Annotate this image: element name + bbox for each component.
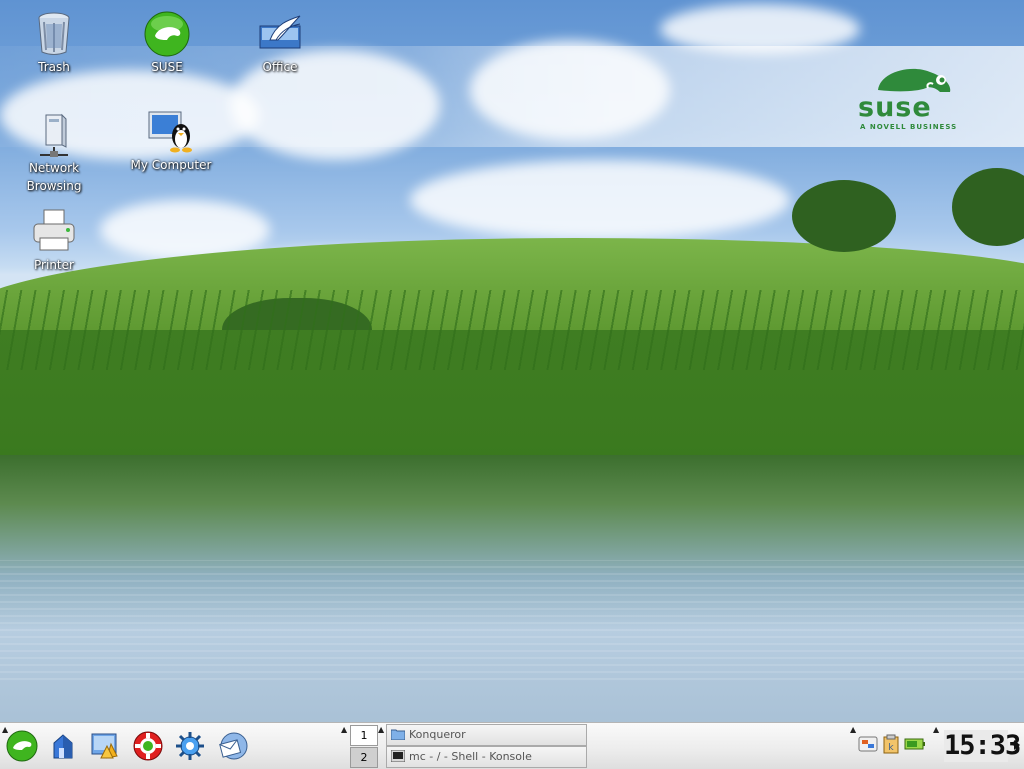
clock-arrow-icon[interactable]: ▲ <box>933 725 939 734</box>
system-tray: k <box>858 734 926 756</box>
desktop-icon-label: Office <box>262 60 298 74</box>
trash-icon <box>38 12 70 55</box>
reeds <box>0 290 1024 370</box>
desktop-icon-label: Printer <box>34 258 74 272</box>
tree <box>952 168 1024 246</box>
desktop-icon-my-computer[interactable]: My Computer <box>126 108 216 174</box>
help-button[interactable] <box>131 729 165 763</box>
suse-menu-button[interactable] <box>5 729 39 763</box>
taskbar-arrow-icon[interactable]: ▲ <box>378 725 384 734</box>
desktop-icon-suse[interactable]: SUSE <box>122 10 212 76</box>
klipper-icon[interactable]: k <box>882 734 900 754</box>
suse-tagline: A NOVELL BUSINESS <box>860 123 958 131</box>
desktop-pager: 1 2 <box>350 725 378 768</box>
tree <box>792 180 896 252</box>
help-lifebuoy-icon <box>133 731 163 761</box>
office-icon <box>259 15 301 49</box>
suse-icon <box>144 11 190 57</box>
desktop-icon-label: SUSE <box>151 60 183 74</box>
kicker-panel: ▲ ▲ 1 2 ▲ Konqueror mc - / - Shell - Kon… <box>0 722 1024 769</box>
desktop-icon-label: My Computer <box>130 158 212 172</box>
tray-arrow-icon[interactable]: ▲ <box>850 725 856 734</box>
konqueror-gear-icon <box>176 732 204 760</box>
network-icon <box>40 113 68 157</box>
mail-icon <box>219 732 248 760</box>
desktop-icon-label: Network Browsing <box>26 161 82 193</box>
suse-wordmark: suse <box>858 92 932 123</box>
computer-icon <box>148 111 192 153</box>
task-label: mc - / - Shell - Konsole <box>409 750 532 763</box>
mail-button[interactable] <box>216 729 250 763</box>
desktop-icon-label: Trash <box>38 60 70 74</box>
printer-icon <box>33 209 75 251</box>
terminal-icon <box>391 750 405 762</box>
pager-arrow-icon[interactable]: ▲ <box>341 725 347 734</box>
home-icon <box>53 734 73 759</box>
network-tray-icon[interactable] <box>858 734 878 754</box>
pager-desktop-2[interactable]: 2 <box>350 747 378 768</box>
taskbar-button-konsole[interactable]: mc - / - Shell - Konsole <box>386 746 587 768</box>
desktop-icon-office[interactable]: Office <box>235 10 325 76</box>
konqueror-button[interactable] <box>173 729 207 763</box>
battery-icon[interactable] <box>904 734 926 754</box>
water <box>0 560 1024 680</box>
desktop-icon-network-browsing[interactable]: Network Browsing <box>9 111 99 195</box>
pager-desktop-1[interactable]: 1 <box>350 725 378 746</box>
task-label: Konqueror <box>409 728 466 741</box>
taskbar-button-konqueror[interactable]: Konqueror <box>386 724 587 746</box>
desktop-icon-trash[interactable]: Trash <box>9 10 99 76</box>
svg-text:k: k <box>888 743 894 753</box>
panel-expand-arrow-icon[interactable] <box>1014 740 1020 750</box>
suse-menu-icon <box>6 730 38 762</box>
panel-clock[interactable]: 15:33 <box>944 730 1021 762</box>
home-button[interactable] <box>46 729 80 763</box>
cloud <box>410 160 790 240</box>
desktop-icon-printer[interactable]: Printer <box>9 208 99 274</box>
folder-icon <box>391 729 405 740</box>
desktop-icon <box>91 733 118 759</box>
show-desktop-button[interactable] <box>88 729 122 763</box>
